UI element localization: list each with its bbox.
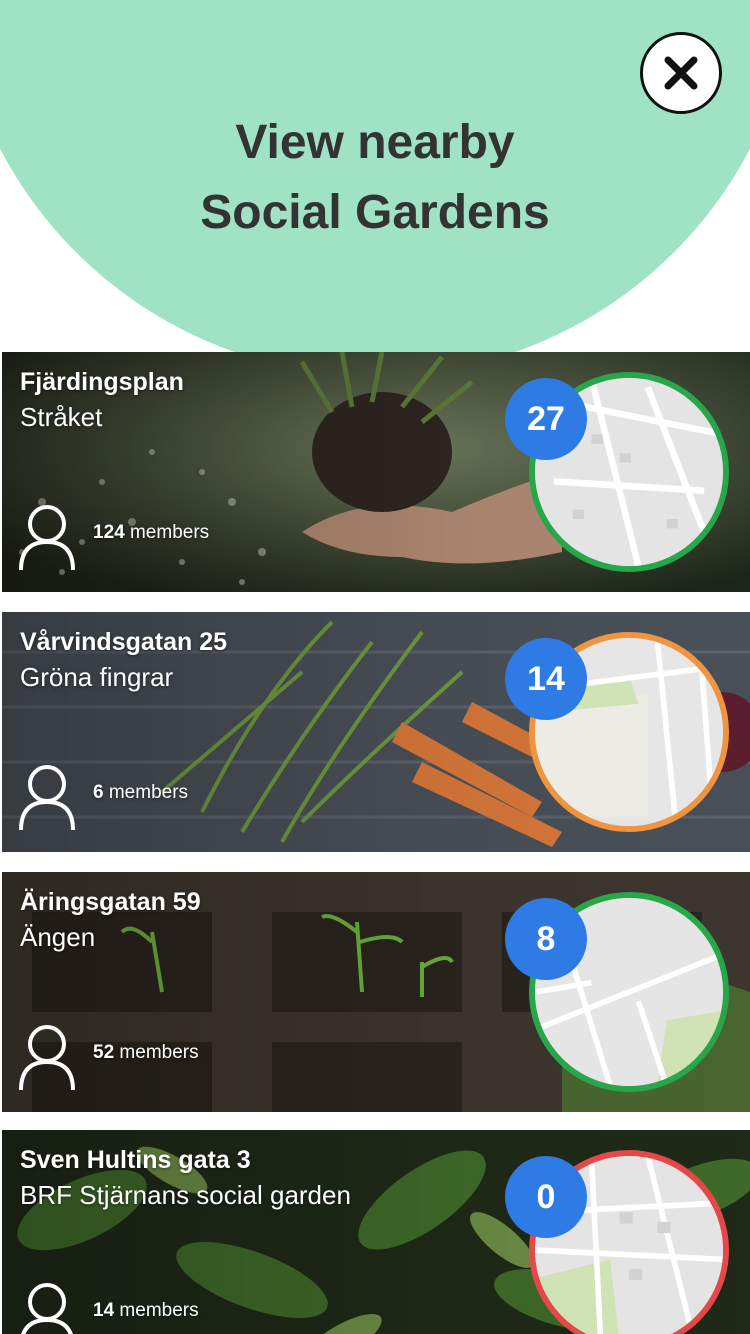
user-icon (19, 505, 75, 571)
close-button[interactable] (640, 32, 722, 114)
user-icon (19, 765, 75, 831)
activity-count-badge: 14 (505, 638, 587, 720)
user-icon (21, 1283, 73, 1334)
garden-card[interactable]: Fjärdingsplan Stråket 124 members 27 (2, 352, 750, 592)
member-count: 52 members (93, 1042, 199, 1063)
garden-address: Fjärdingsplan (20, 368, 184, 396)
nearby-gardens-screen: View nearby Social Gardens Fjärdingsplan… (0, 0, 750, 1334)
activity-count-badge: 27 (505, 378, 587, 460)
activity-count-badge: 0 (505, 1156, 587, 1238)
garden-name: Ängen (20, 922, 96, 952)
member-count: 124 members (93, 522, 210, 543)
garden-name: BRF Stjärnans social garden (20, 1180, 351, 1210)
garden-card[interactable]: Sven Hultins gata 3 BRF Stjärnans social… (2, 1130, 750, 1334)
page-title-line-2: Social Gardens (200, 186, 550, 239)
garden-card[interactable]: Äringsgatan 59 Ängen 52 members 8 (2, 872, 750, 1112)
member-count: 14 members (93, 1300, 199, 1321)
garden-address: Sven Hultins gata 3 (20, 1146, 251, 1174)
close-icon (664, 56, 698, 90)
garden-name: Stråket (20, 402, 103, 432)
user-icon (19, 1025, 75, 1091)
member-count: 6 members (93, 782, 189, 803)
garden-address: Vårvindsgatan 25 (20, 628, 228, 656)
activity-count-badge: 8 (505, 898, 587, 980)
garden-name: Gröna fingrar (20, 662, 174, 692)
page-title: View nearby Social Gardens (0, 108, 750, 248)
page-title-line-1: View nearby (235, 116, 515, 169)
garden-address: Äringsgatan 59 (20, 888, 201, 916)
garden-card[interactable]: Vårvindsgatan 25 Gröna fingrar 6 members… (2, 612, 750, 852)
